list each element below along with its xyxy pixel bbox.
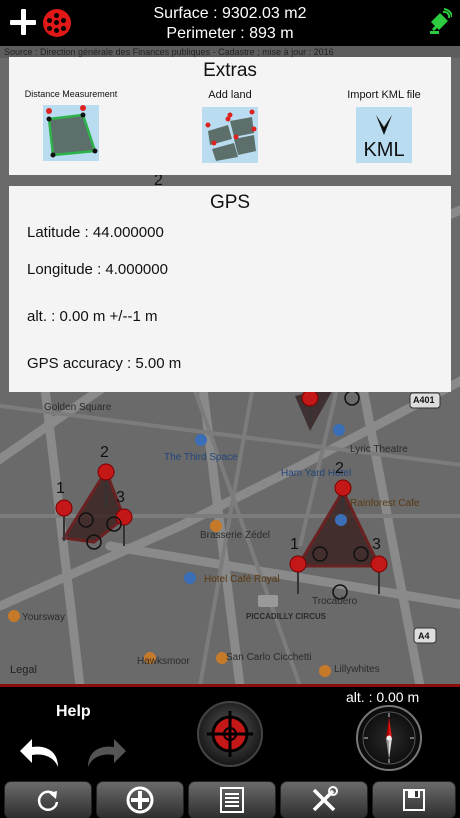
tool-label: Import KML file (347, 89, 421, 101)
bottom-toolbar: Help alt. : 0.00 m (0, 684, 460, 818)
list-icon (220, 787, 244, 813)
point-number: 3 (372, 536, 381, 553)
distance-measurement-icon[interactable] (43, 105, 99, 161)
tool-label: Distance Measurement (24, 89, 118, 99)
add-land-icon[interactable] (202, 107, 258, 163)
add-land-tool[interactable]: Add land (180, 89, 280, 163)
gps-altitude: alt. : 0.00 m +/--1 m (27, 308, 158, 325)
tab-save[interactable] (372, 781, 456, 818)
point-number: 1 (290, 536, 299, 553)
altitude-readout: alt. : 0.00 m (346, 689, 420, 705)
surface-value: Surface : 9302.03 m2 (153, 5, 307, 22)
tools-icon (312, 786, 338, 812)
tool-label: Add land (208, 89, 252, 101)
point-number: 3 (116, 489, 125, 506)
tab-tools[interactable] (280, 781, 368, 818)
tab-bar (0, 779, 460, 818)
point-number: 1 (56, 480, 65, 497)
crosshair-icon (207, 711, 253, 757)
point-number: 2 (335, 460, 344, 477)
refresh-icon (37, 790, 59, 811)
help-button[interactable]: Help (56, 703, 91, 721)
extras-panel: Extras Distance Measurement Add land Imp… (9, 57, 451, 175)
point-number: 2 (100, 444, 109, 461)
app-screen: Surface : 9302.03 m2 Perimeter : 893 m G… (0, 0, 460, 818)
tab-locate[interactable] (96, 781, 184, 818)
kml-import-icon[interactable]: KML (356, 107, 412, 163)
distance-measurement-tool[interactable]: Distance Measurement (21, 89, 121, 161)
gps-panel: GPS Latitude : 44.000000 Longitude : 4.0… (9, 186, 451, 392)
top-bar: Surface : 9302.03 m2 Perimeter : 893 m (0, 0, 460, 46)
tab-refresh[interactable] (4, 781, 92, 818)
locate-icon (126, 786, 154, 814)
gps-accuracy: GPS accuracy : 5.00 m (27, 355, 182, 372)
tab-list[interactable] (188, 781, 276, 818)
gps-longitude: Longitude : 4.000000 (27, 261, 168, 278)
compass-icon[interactable] (356, 705, 422, 771)
import-kml-tool[interactable]: Import KML file KML (334, 89, 434, 163)
gps-latitude: Latitude : 44.000000 (27, 224, 164, 241)
extras-title: Extras (203, 60, 257, 81)
perimeter-value: Perimeter : 893 m (166, 25, 294, 42)
save-icon (403, 789, 425, 811)
kml-icon-text: KML (363, 139, 405, 161)
redo-icon[interactable] (82, 733, 128, 773)
undo-icon[interactable] (18, 733, 64, 773)
gps-title: GPS (209, 192, 251, 213)
locate-target-button[interactable] (197, 701, 263, 767)
satellite-icon[interactable] (428, 8, 452, 36)
